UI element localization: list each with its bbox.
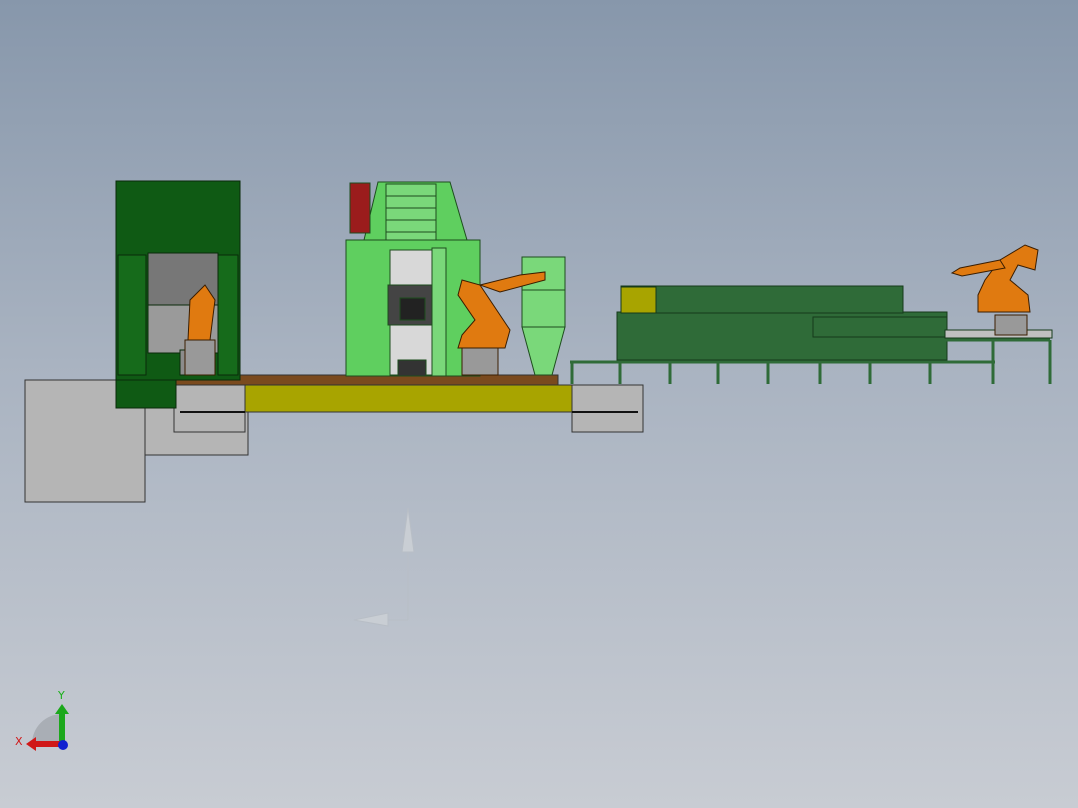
cad-viewport[interactable]: Y X: [0, 0, 1078, 808]
robot-arm-3[interactable]: [950, 244, 1039, 336]
x-axis-arrow: [34, 741, 62, 747]
orientation-triad[interactable]: Y X: [15, 689, 69, 751]
forging-press[interactable]: [115, 180, 241, 409]
origin-indicator: [353, 507, 415, 627]
y-axis-arrow: [59, 712, 65, 744]
y-axis-label: Y: [57, 689, 65, 702]
x-axis-label: X: [15, 735, 23, 748]
